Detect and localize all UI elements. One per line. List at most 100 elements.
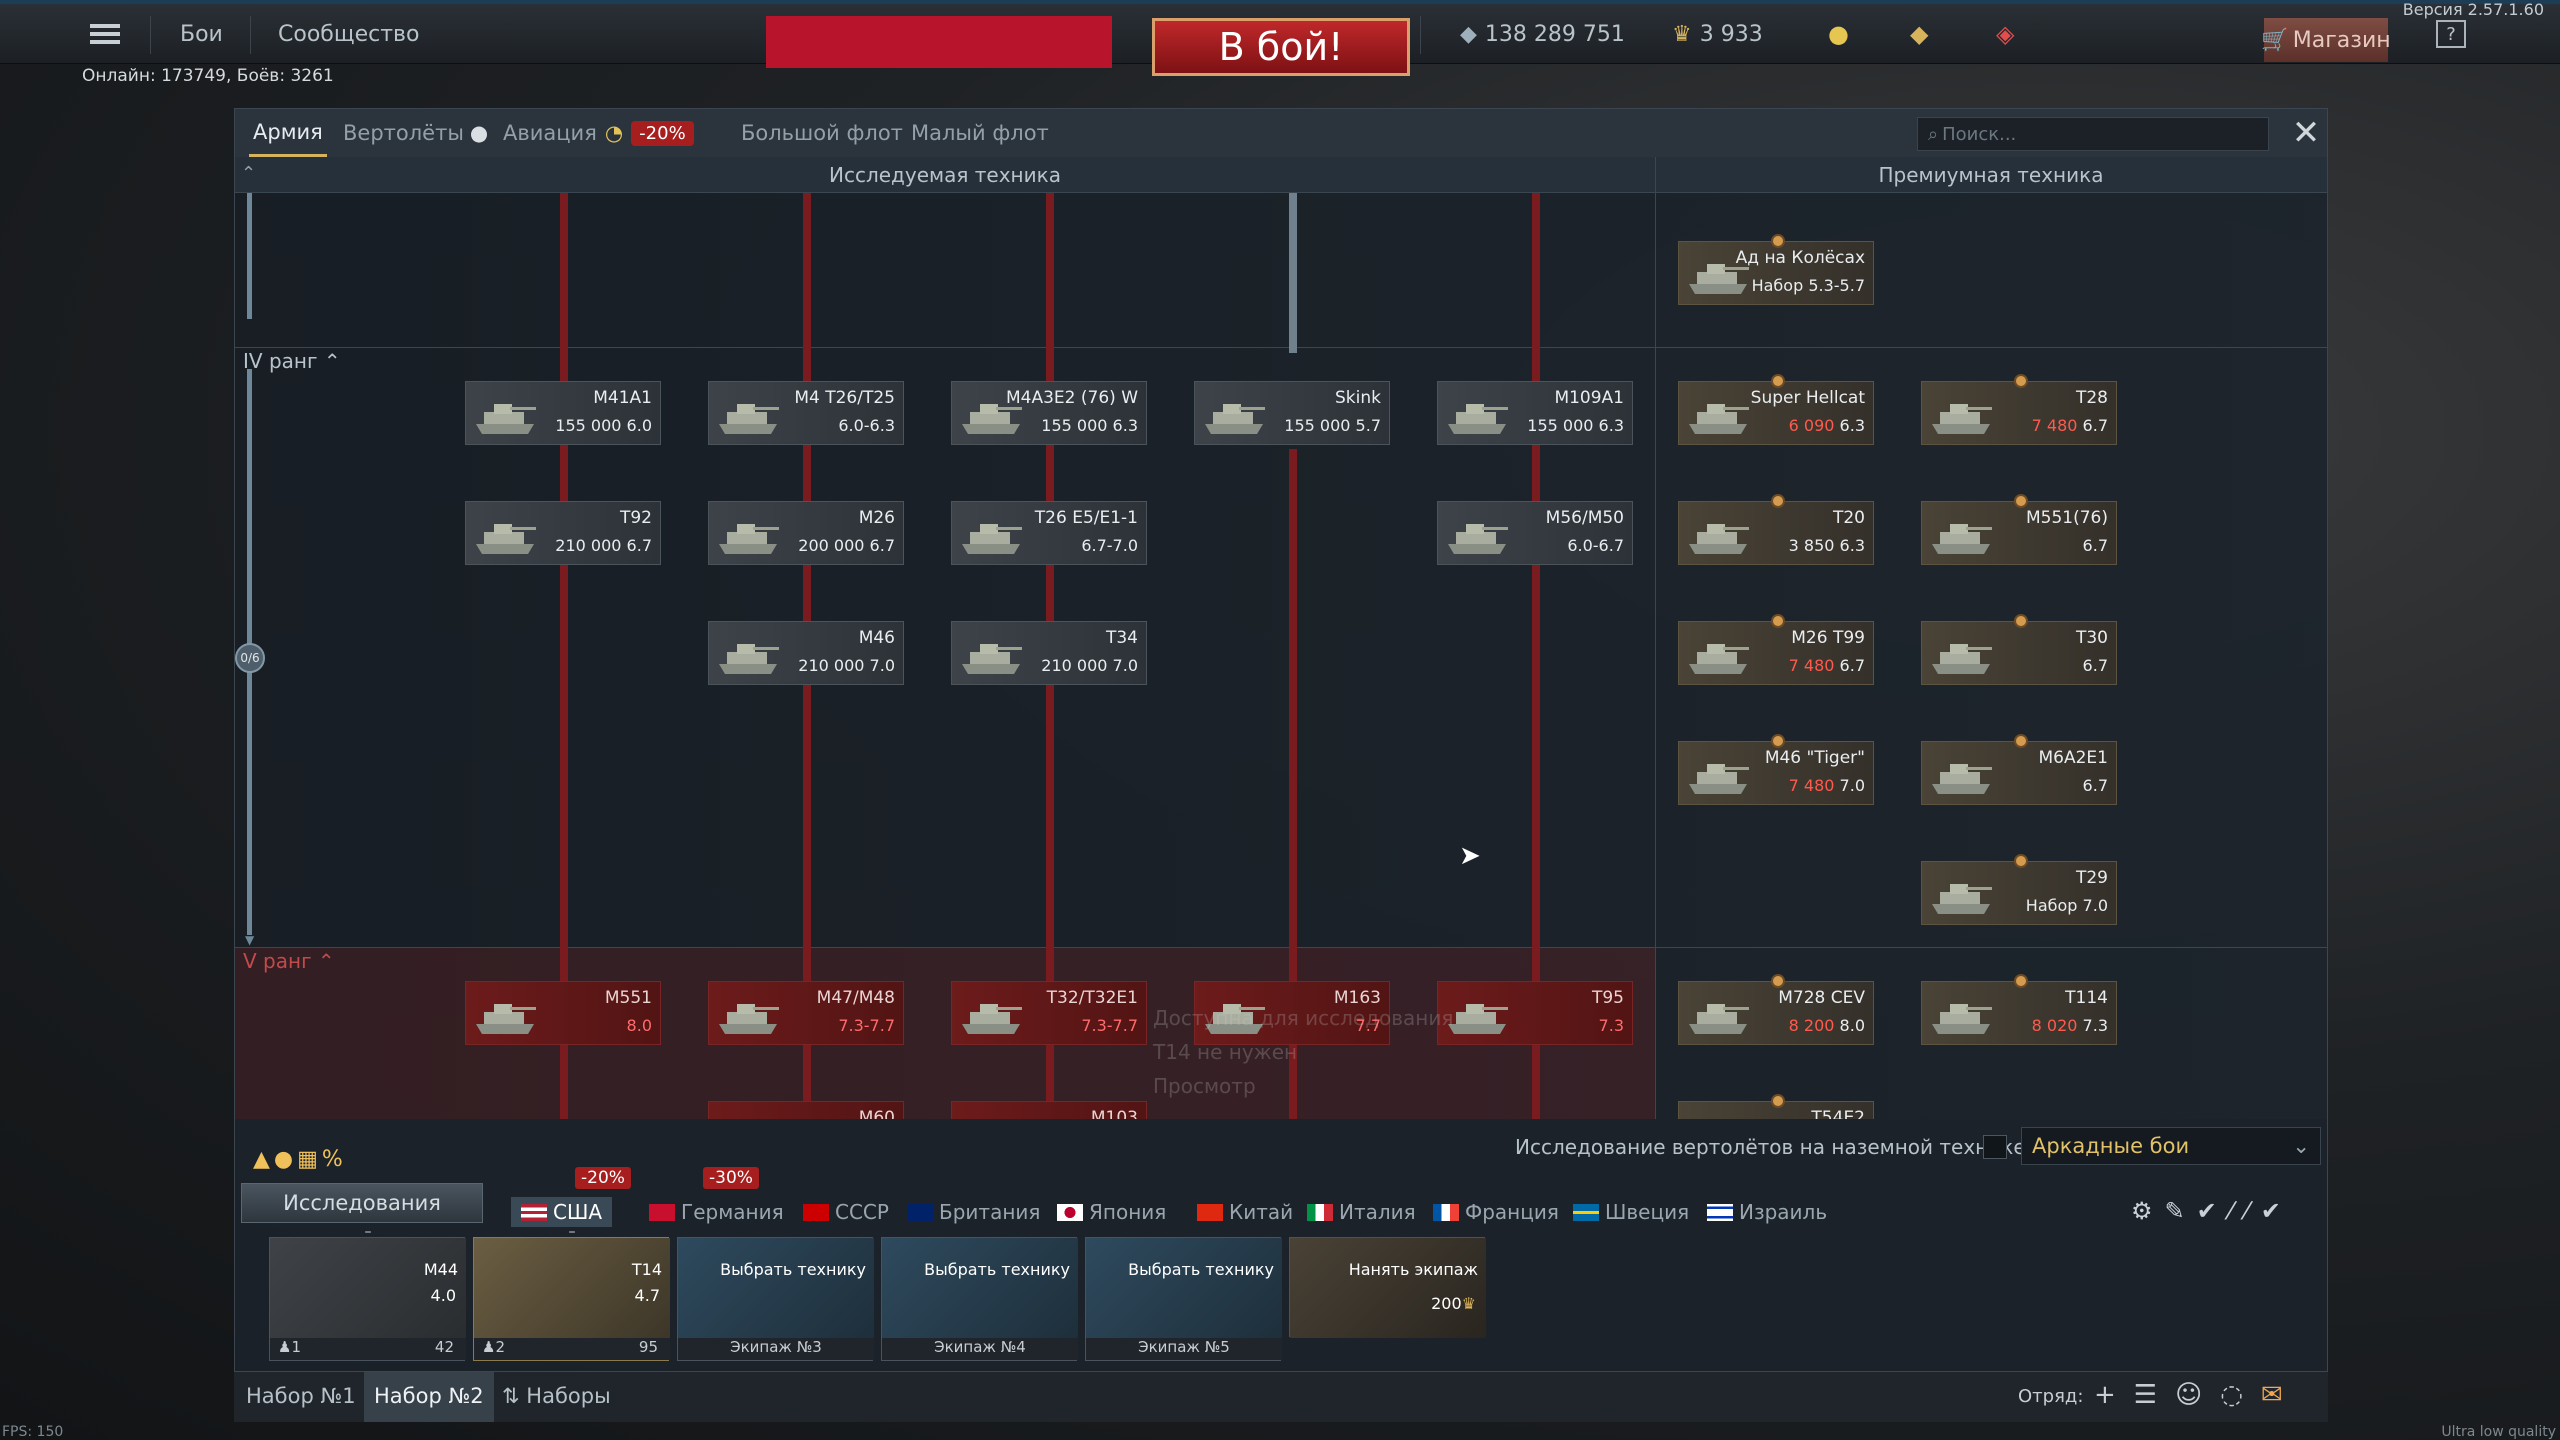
bulb-icon: ● [469, 121, 489, 145]
vehicle-card[interactable]: T30 6.7 [1921, 614, 2117, 685]
vehicle-card[interactable]: Skink 155 000 5.7 [1194, 381, 1390, 445]
chevron-down-icon: ⌄ [2292, 1134, 2310, 1158]
vehicle-card[interactable]: M4 T26/T25 6.0-6.3 [708, 381, 904, 445]
vehicle-card[interactable]: T114 8 020 7.3 [1921, 974, 2117, 1045]
check-all-icon[interactable]: ✔ [2261, 1197, 2293, 1225]
rank-v-label[interactable]: V ранг ⌃ [243, 949, 335, 973]
tank-icon [1928, 750, 1994, 798]
vehicle-card[interactable]: T26 E5/E1-1 6.7-7.0 [951, 501, 1147, 565]
rank-iv-label[interactable]: IV ранг ⌃ [243, 349, 341, 373]
vehicle-card[interactable]: M109A1 155 000 6.3 [1437, 381, 1633, 445]
vehicle-card[interactable]: T20 3 850 6.3 [1678, 494, 1874, 565]
gold-balance: ♛ 3 933 [1672, 21, 1763, 47]
vehicle-card[interactable]: M103 [951, 1101, 1147, 1119]
battle-rating: 6.0 [626, 416, 652, 435]
help-icon[interactable]: ? [2436, 20, 2466, 48]
search-input[interactable]: ⌕ Поиск... [1917, 117, 2269, 151]
nation-britain[interactable]: Британия [907, 1197, 1040, 1227]
tab-bluewater-fleet[interactable]: Большой флот [741, 109, 903, 157]
nation-usa[interactable]: США [511, 1197, 613, 1227]
heli-research-checkbox[interactable] [1983, 1135, 2007, 1159]
battle-rating: 6.7 [869, 536, 895, 555]
vehicle-card[interactable]: T54E2 [1678, 1094, 1874, 1119]
vehicle-card[interactable]: T29 Набор 7.0 [1921, 854, 2117, 925]
nation-italy[interactable]: Италия [1307, 1197, 1416, 1227]
list-icon[interactable]: ☰ [2134, 1380, 2175, 1410]
vehicle-card[interactable]: M728 CEV 8 200 8.0 [1678, 974, 1874, 1045]
menu-battles[interactable]: Бои [180, 4, 223, 64]
vehicle-card[interactable]: T28 7 480 6.7 [1921, 374, 2117, 445]
premium-marker-icon [1771, 1094, 1785, 1108]
crew-slot-4[interactable]: Выбрать технику Экипаж №4 [881, 1237, 1078, 1361]
battle-rating: 7.3-7.7 [1081, 1016, 1138, 1035]
premium-diamond-icon[interactable]: ◆ [1910, 4, 1928, 64]
crew-slots: – M44 4.0 ♟1 42 – T14 4.7 ♟2 95 Выбрать … [269, 1224, 1669, 1361]
menu-community[interactable]: Сообщество [278, 4, 419, 64]
presets-button[interactable]: ⇅ Наборы [502, 1384, 611, 1408]
event-banner[interactable] [766, 16, 1112, 68]
vehicle-card[interactable]: M46 "Tiger" 7 480 7.0 [1678, 734, 1874, 805]
menu-icon[interactable] [90, 4, 126, 64]
tab-helicopters[interactable]: Вертолёты ● [343, 109, 488, 157]
close-icon[interactable]: ✕ [2289, 115, 2323, 151]
crew-slot-2[interactable]: – T14 4.7 ♟2 95 [473, 1224, 670, 1361]
vehicle-card[interactable]: Ад на Колёсах Набор 5.3-5.7 [1678, 234, 1874, 305]
hint-bulb-icon[interactable]: ● [1828, 4, 1849, 64]
friends-icon[interactable]: ☺ [2175, 1380, 2220, 1410]
shop-button[interactable]: 🛒 Магазин [2261, 18, 2391, 62]
nation-ussr[interactable]: СССР [803, 1197, 889, 1227]
tab-army[interactable]: Армия [249, 109, 327, 157]
vehicle-card[interactable]: M551 8.0 [465, 981, 661, 1045]
premium-marker-icon [2014, 854, 2028, 868]
tank-icon [715, 990, 781, 1038]
vehicle-card[interactable]: T34 210 000 7.0 [951, 621, 1147, 685]
battle-button[interactable]: В бой! [1152, 18, 1410, 76]
gold-icon: ♛ [1672, 21, 1692, 47]
nation-germany[interactable]: Германия [649, 1197, 784, 1227]
hire-crew-slot[interactable]: Нанять экипаж 200♛ [1289, 1237, 1486, 1338]
vehicle-card[interactable]: M60 [708, 1101, 904, 1119]
check-icon[interactable]: ✔ [2197, 1197, 2229, 1225]
gear-icon[interactable]: ⚙ [2131, 1197, 2165, 1225]
vehicle-card[interactable]: T92 210 000 6.7 [465, 501, 661, 565]
add-squad-icon[interactable]: + [2094, 1380, 2134, 1410]
vehicle-card[interactable]: Super Hellcat 6 090 6.3 [1678, 374, 1874, 445]
battle-rating: 8.0 [626, 1016, 652, 1035]
tab-coastal-fleet[interactable]: Малый флот [911, 109, 1049, 157]
mail-icon[interactable]: ✉ [2261, 1380, 2301, 1410]
price: 6 090 [1788, 416, 1835, 435]
vehicle-card[interactable]: T95 7.3 [1437, 981, 1633, 1045]
vehicle-card[interactable]: M56/M50 6.0-6.7 [1437, 501, 1633, 565]
chat-icon[interactable]: ◌ [2220, 1380, 2261, 1410]
nation-france[interactable]: Франция [1433, 1197, 1559, 1227]
vehicle-card[interactable]: T32/T32E1 7.3-7.7 [951, 981, 1147, 1045]
crew-slot-1[interactable]: – M44 4.0 ♟1 42 [269, 1224, 466, 1361]
vehicle-card[interactable]: M46 210 000 7.0 [708, 621, 904, 685]
crew-slot-5[interactable]: Выбрать технику Экипаж №5 [1085, 1237, 1282, 1361]
nation-sweden[interactable]: Швеция [1573, 1197, 1689, 1227]
vehicle-card[interactable]: M4A3E2 (76) W 155 000 6.3 [951, 381, 1147, 445]
vehicle-card[interactable]: M47/M48 7.3-7.7 [708, 981, 904, 1045]
preset-1[interactable]: Набор №1 [246, 1384, 356, 1408]
vehicle-card[interactable]: M551(76) 6.7 [1921, 494, 2117, 565]
price: 8 020 [2031, 1016, 2078, 1035]
preset-2[interactable]: Набор №2 [364, 1372, 494, 1422]
nation-israel[interactable]: Израиль [1707, 1197, 1827, 1227]
double-check-icon[interactable]: ⁄⁄ [2229, 1197, 2261, 1225]
research-button[interactable]: Исследования [241, 1183, 483, 1223]
nation-china[interactable]: Китай [1197, 1197, 1293, 1227]
vehicle-card[interactable]: M26 T99 7 480 6.7 [1678, 614, 1874, 685]
game-mode-select[interactable]: Аркадные бои ⌄ [2021, 1127, 2321, 1165]
tab-aviation[interactable]: Авиация ◔ -20% [503, 109, 694, 157]
battle-rating: 6.7 [2082, 416, 2108, 435]
tank-icon [715, 510, 781, 558]
tank-icon [715, 630, 781, 678]
vehicle-card[interactable]: M6A2E1 6.7 [1921, 734, 2117, 805]
vehicle-card[interactable]: M41A1 155 000 6.0 [465, 381, 661, 445]
nation-japan[interactable]: Япония [1057, 1197, 1166, 1227]
coupon-icon[interactable]: ◈ [1996, 4, 2014, 64]
wrench-icon[interactable]: ✎ [2165, 1197, 2197, 1225]
battle-rating: 7.3 [1598, 1016, 1624, 1035]
crew-slot-3[interactable]: Выбрать технику Экипаж №3 [677, 1237, 874, 1361]
vehicle-card[interactable]: M26 200 000 6.7 [708, 501, 904, 565]
